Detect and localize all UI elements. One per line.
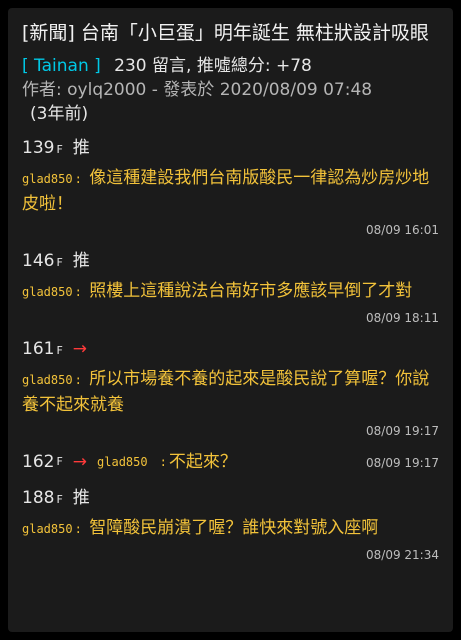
push-tag: 推: [72, 251, 90, 271]
floor-number: 162: [22, 452, 55, 472]
comment-user[interactable]: glad850: [22, 172, 73, 186]
comment-time: 08/09 19:17: [366, 424, 439, 438]
comment-text: 照樓上這種說法台南好市多應該早倒了才對: [89, 281, 413, 301]
comment-time: 08/09 16:01: [366, 223, 439, 237]
floor-number: 139: [22, 138, 55, 158]
comment-item: 188 F 推 glad850: 智障酸民崩潰了喔？誰快來對號入座啊 08/09…: [22, 486, 439, 562]
push-tag: 推: [72, 138, 90, 158]
comment-user[interactable]: glad850: [22, 373, 73, 387]
comment-text: 所以市場養不養的起來是酸民說了算喔？你說養不起來就養: [22, 369, 430, 415]
floor-suffix: F: [56, 344, 63, 357]
comment-user[interactable]: glad850: [97, 450, 148, 474]
floor-suffix: F: [56, 493, 63, 506]
user-sep: :: [159, 455, 167, 469]
board-link[interactable]: [ Tainan ]: [22, 56, 101, 76]
comment-text: 像這種建設我們台南版酸民一律認為炒房炒地皮啦！: [22, 168, 430, 214]
floor-number: 146: [22, 251, 55, 271]
user-sep: :: [74, 373, 82, 387]
comment-user[interactable]: glad850: [22, 522, 73, 536]
comment-text: 智障酸民崩潰了喔？誰快來對號入座啊: [89, 518, 379, 538]
comment-time: 08/09 18:11: [366, 311, 439, 325]
comment-time: 08/09 21:34: [366, 548, 439, 562]
post-title[interactable]: [新聞] 台南「小巨蛋」明年誕生 無柱狀設計吸眼: [22, 20, 439, 46]
post-meta-board-stats: [ Tainan ] 230 留言, 推噓總分: +78: [22, 54, 439, 78]
ptt-post-card: [新聞] 台南「小巨蛋」明年誕生 無柱狀設計吸眼 [ Tainan ] 230 …: [8, 8, 453, 632]
comment-item: 139 F 推 glad850: 像這種建設我們台南版酸民一律認為炒房炒地皮啦！…: [22, 136, 439, 237]
user-sep: :: [74, 172, 82, 186]
post-age: (3年前): [30, 104, 89, 124]
user-sep: :: [74, 522, 82, 536]
comment-user[interactable]: glad850: [22, 285, 73, 299]
push-tag: 推: [72, 488, 90, 508]
floor-suffix: F: [56, 455, 63, 468]
comment-item: 161 F → glad850: 所以市場養不養的起來是酸民說了算喔？你說養不起…: [22, 337, 439, 438]
arrow-icon: →: [72, 339, 88, 359]
floor-suffix: F: [56, 143, 63, 156]
arrow-icon: →: [72, 452, 88, 472]
floor-number: 161: [22, 339, 55, 359]
comment-item: 162 F → glad850: 不起來？ 08/09 19:17: [22, 450, 439, 474]
comment-item: 146 F 推 glad850: 照樓上這種說法台南好市多應該早倒了才對 08/…: [22, 249, 439, 325]
floor-suffix: F: [56, 256, 63, 269]
user-sep: :: [74, 285, 82, 299]
post-author-line: 作者: oylq2000 - 發表於 2020/08/09 07:48: [22, 80, 373, 100]
comment-text: 不起來？: [168, 452, 237, 472]
comment-stats: 230 留言, 推噓總分: +78: [114, 56, 312, 76]
comment-time: 08/09 19:17: [366, 456, 439, 470]
floor-number: 188: [22, 488, 55, 508]
